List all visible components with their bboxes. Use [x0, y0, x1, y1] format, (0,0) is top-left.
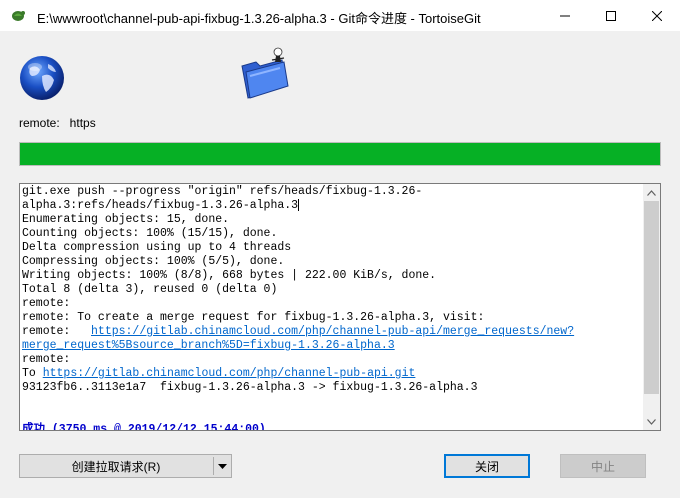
log-text: 93123fb6..3113e1a7 fixbug-1.3.26-alpha.3… [22, 381, 478, 394]
log-text: Writing objects: 100% (8/8), 668 bytes |… [22, 269, 437, 282]
log-line: 93123fb6..3113e1a7 fixbug-1.3.26-alpha.3… [22, 381, 642, 395]
log-line: remote: https://gitlab.chinamcloud.com/p… [22, 325, 642, 339]
progress-bar [19, 142, 661, 166]
close-icon [652, 10, 662, 21]
log-line: Enumerating objects: 15, done. [22, 213, 642, 227]
abort-button: 中止 [560, 454, 646, 478]
log-text: remote: [22, 297, 71, 310]
log-text: Total 8 (delta 3), reused 0 (delta 0) [22, 283, 278, 296]
log-line: Counting objects: 100% (15/15), done. [22, 227, 642, 241]
create-pull-request-split-button[interactable]: 创建拉取请求(R) [19, 454, 232, 478]
log-text: remote: [22, 353, 71, 366]
log-scrollbar[interactable] [643, 184, 660, 430]
log-link[interactable]: https://gitlab.chinamcloud.com/php/chann… [91, 325, 574, 338]
text-caret [298, 199, 300, 211]
log-content: git.exe push --progress "origin" refs/he… [22, 185, 642, 431]
log-link[interactable]: merge_request%5Bsource_branch%5D=fixbug-… [22, 339, 395, 352]
scroll-thumb[interactable] [644, 201, 659, 394]
remote-label: remote: https [19, 116, 96, 130]
log-text: remote: To create a merge request for fi… [22, 311, 485, 324]
chevron-down-icon [647, 418, 656, 425]
triangle-down-icon [218, 463, 227, 469]
log-success-status: 成功 (3750 ms @ 2019/12/12 15:44:00) [22, 423, 266, 431]
log-line: Writing objects: 100% (8/8), 668 bytes |… [22, 269, 642, 283]
log-text: To [22, 367, 43, 380]
folder-with-tortoise-icon [241, 47, 289, 99]
log-line: Compressing objects: 100% (5/5), done. [22, 255, 642, 269]
log-line: remote: [22, 353, 642, 367]
maximize-icon [606, 10, 616, 21]
tortoisegit-app-icon [12, 11, 25, 21]
log-text: git.exe push --progress "origin" refs/he… [22, 185, 423, 198]
log-line: remote: To create a merge request for fi… [22, 311, 642, 325]
minimize-button[interactable] [542, 0, 588, 31]
log-line: Delta compression using up to 4 threads [22, 241, 642, 255]
log-text: Counting objects: 100% (15/15), done. [22, 227, 278, 240]
maximize-button[interactable] [588, 0, 634, 31]
scroll-down-button[interactable] [643, 413, 660, 430]
scroll-up-button[interactable] [643, 184, 660, 201]
create-pull-request-dropdown[interactable] [214, 455, 231, 477]
log-text: Enumerating objects: 15, done. [22, 213, 230, 226]
log-output[interactable]: git.exe push --progress "origin" refs/he… [19, 183, 661, 431]
log-line: git.exe push --progress "origin" refs/he… [22, 185, 642, 199]
log-line: remote: [22, 297, 642, 311]
log-line: merge_request%5Bsource_branch%5D=fixbug-… [22, 339, 642, 353]
log-text: Compressing objects: 100% (5/5), done. [22, 255, 285, 268]
progress-fill [20, 143, 660, 165]
window-title: E:\wwwroot\channel-pub-api-fixbug-1.3.26… [37, 11, 481, 26]
globe-icon [20, 56, 64, 100]
log-link[interactable]: https://gitlab.chinamcloud.com/php/chann… [43, 367, 416, 380]
create-pull-request-button[interactable]: 创建拉取请求(R) [20, 455, 212, 477]
log-text: remote: [22, 325, 92, 338]
close-window-button[interactable] [634, 0, 680, 31]
log-line: Total 8 (delta 3), reused 0 (delta 0) [22, 283, 642, 297]
close-button[interactable]: 关闭 [444, 454, 530, 478]
log-line: To https://gitlab.chinamcloud.com/php/ch… [22, 367, 642, 381]
log-text: Delta compression using up to 4 threads [22, 241, 292, 254]
log-line: alpha.3:refs/heads/fixbug-1.3.26-alpha.3 [22, 199, 642, 213]
title-bar: E:\wwwroot\channel-pub-api-fixbug-1.3.26… [0, 0, 680, 31]
minimize-icon [560, 15, 570, 16]
log-text: alpha.3:refs/heads/fixbug-1.3.26-alpha.3 [22, 199, 299, 213]
chevron-up-icon [647, 189, 656, 196]
log-line: 成功 (3750 ms @ 2019/12/12 15:44:00) [22, 423, 642, 431]
